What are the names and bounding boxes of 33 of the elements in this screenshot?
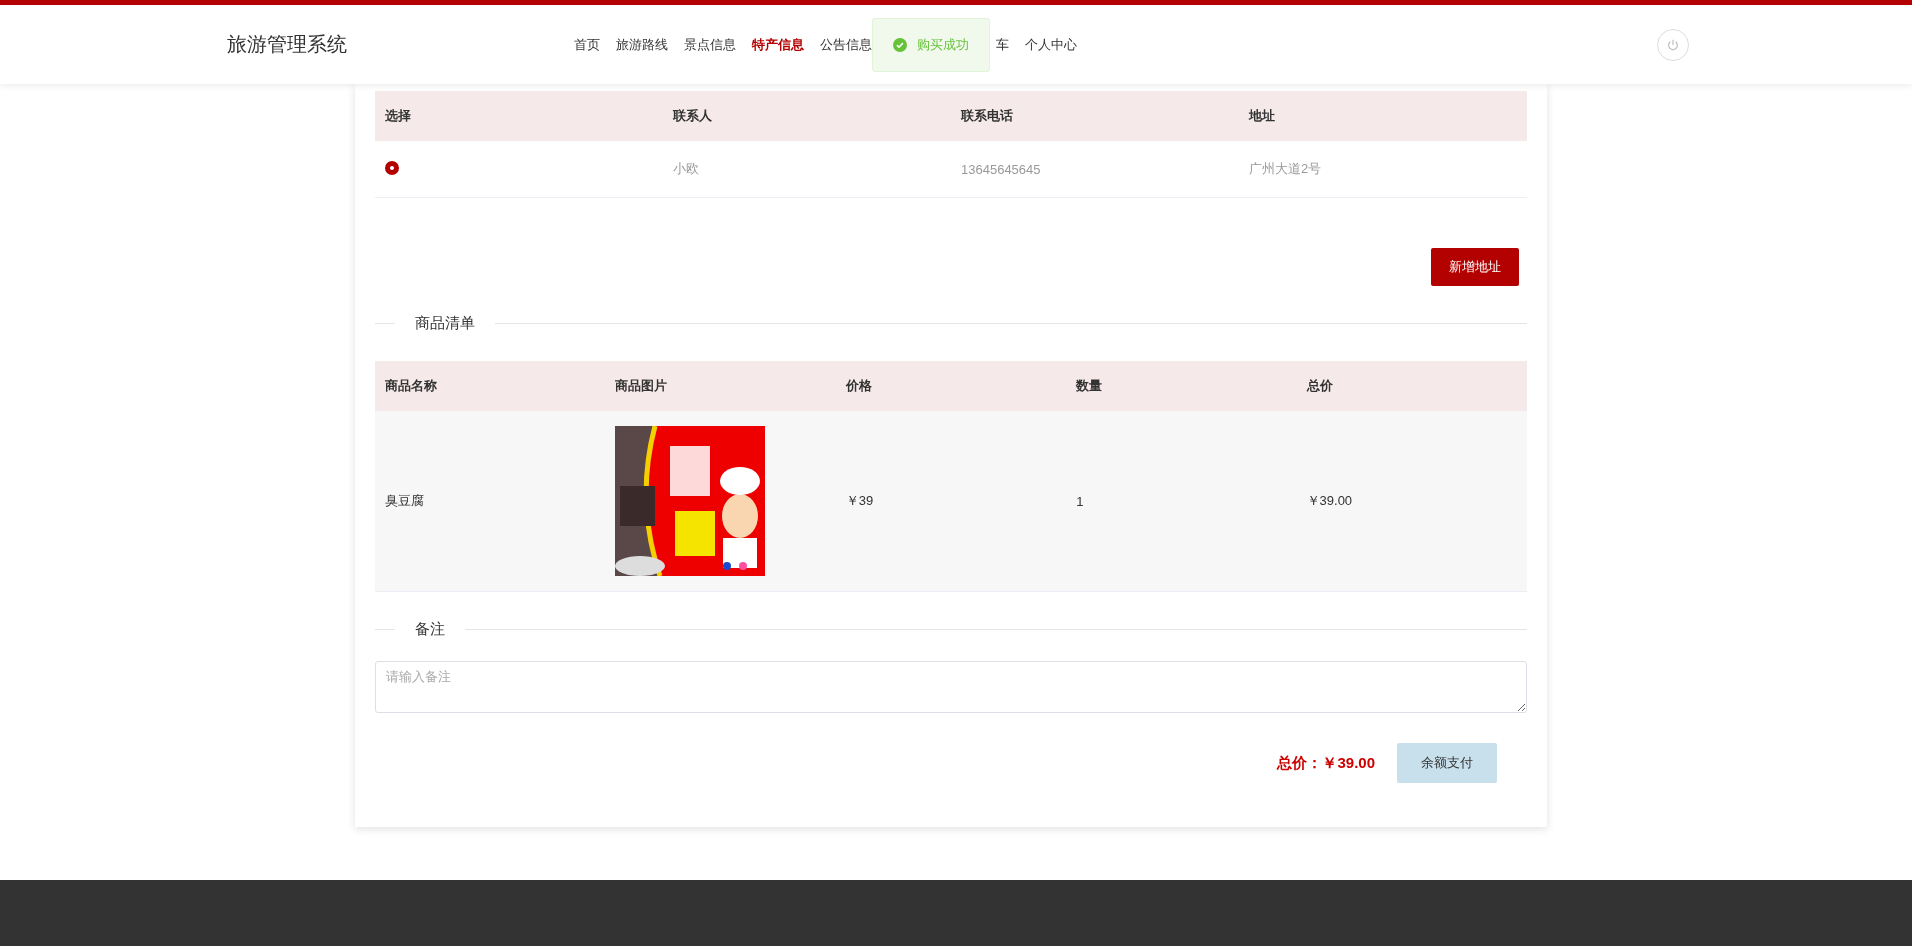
radio-button[interactable] bbox=[385, 160, 399, 175]
column-header: 价格 bbox=[835, 361, 1067, 411]
column-header: 选择 bbox=[375, 91, 663, 141]
total-price: 总价：￥39.00 bbox=[1277, 753, 1375, 773]
column-header: 总价 bbox=[1296, 361, 1527, 411]
column-header: 商品图片 bbox=[605, 361, 836, 411]
nav-link[interactable]: 公告信息 bbox=[820, 35, 872, 54]
nav-link[interactable]: 车 bbox=[996, 35, 1009, 54]
remark-field[interactable]: 请输入备注 bbox=[375, 661, 1527, 713]
pay-button[interactable]: 余额支付 bbox=[1397, 743, 1497, 783]
section-title: 商品清单 bbox=[415, 314, 475, 333]
nav-link[interactable]: 特产信息 bbox=[752, 35, 804, 54]
nav-link[interactable]: 个人中心 bbox=[1025, 35, 1077, 54]
nav-link[interactable]: 景点信息 bbox=[684, 35, 736, 54]
table-cell: 广州大道2号 bbox=[1239, 141, 1527, 198]
nav-link[interactable]: 旅游路线 bbox=[616, 35, 668, 54]
table-cell: ￥39 bbox=[835, 411, 1067, 592]
table-cell: 臭豆腐 bbox=[375, 411, 606, 592]
nav-link[interactable]: 首页 bbox=[574, 35, 600, 54]
add-address-button[interactable]: 新增地址 bbox=[1431, 248, 1519, 286]
column-header: 商品名称 bbox=[375, 361, 606, 411]
table-cell: 小欧 bbox=[663, 141, 951, 198]
column-header: 地址 bbox=[1239, 91, 1527, 141]
column-header: 联系电话 bbox=[951, 91, 1239, 141]
table-cell: 13645645645 bbox=[951, 141, 1239, 198]
site-title: 旅游管理系统 bbox=[227, 32, 348, 57]
check-circle-icon bbox=[893, 37, 907, 52]
column-header: 数量 bbox=[1066, 361, 1297, 411]
section-title: 备注 bbox=[415, 620, 445, 639]
column-header: 联系人 bbox=[663, 91, 951, 141]
toast-message: 购买成功 bbox=[917, 35, 969, 54]
table-cell: ￥39.00 bbox=[1296, 411, 1527, 592]
table-cell: 1 bbox=[1066, 411, 1297, 592]
